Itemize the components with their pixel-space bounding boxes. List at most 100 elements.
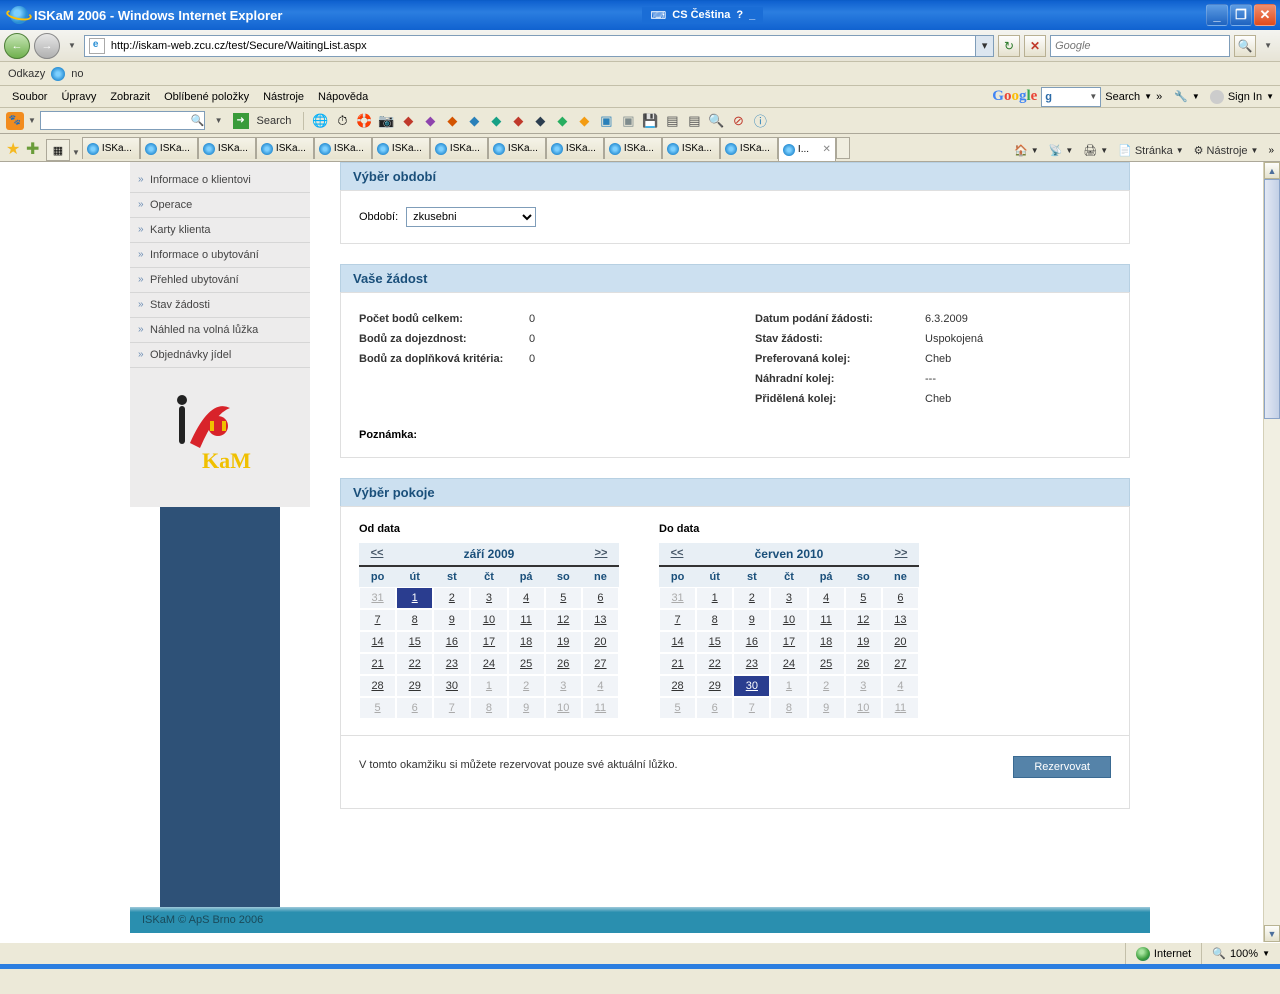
calendar-day[interactable]: 21 [659,653,696,675]
calendar-day[interactable]: 1 [770,675,807,697]
calendar-day[interactable]: 23 [433,653,470,675]
print-button[interactable]: 🖨▼ [1083,144,1108,157]
search-provider-dropdown[interactable]: ▼ [1260,41,1276,50]
calendar-day[interactable]: 12 [845,609,882,631]
google-more[interactable]: » [1156,91,1162,103]
browser-search-input[interactable] [1051,40,1229,52]
reserve-button[interactable]: Rezervovat [1013,756,1111,778]
calendar-day[interactable]: 10 [470,609,507,631]
calendar-day[interactable]: 11 [808,609,845,631]
quick-tabs-button[interactable]: ▦ [46,139,70,161]
add-favorite-icon[interactable]: ✚ [26,139,44,157]
calendar-day[interactable]: 26 [845,653,882,675]
world-icon[interactable]: 🌐 [312,113,328,129]
tool14-icon[interactable]: ▤ [686,113,702,129]
sidebar-item[interactable]: Informace o ubytování [130,243,310,268]
browser-tab-active[interactable]: I...✕ [778,137,836,161]
tool16-icon[interactable]: ⊘ [730,113,746,129]
tool12-icon[interactable]: 💾 [642,113,658,129]
calendar-day[interactable]: 30 [433,675,470,697]
calendar-from-prev[interactable]: << [359,543,395,565]
browser-tab[interactable]: ISKa... [314,137,372,159]
calendar-day[interactable]: 7 [733,697,770,719]
calendar-day[interactable]: 31 [359,587,396,609]
toolbar-search-input[interactable] [40,111,205,130]
new-tab-button[interactable] [836,137,850,159]
tabbar-more[interactable]: » [1268,145,1274,156]
browser-tab[interactable]: ISKa... [488,137,546,159]
calendar-day[interactable]: 13 [882,609,919,631]
tool8-icon[interactable]: ◆ [554,113,570,129]
calendar-to-next[interactable]: >> [883,543,919,565]
lang-min-icon[interactable]: _ [749,9,755,21]
stop-button[interactable]: ✕ [1024,35,1046,57]
calendar-day[interactable]: 26 [545,653,582,675]
calendar-day[interactable]: 15 [696,631,733,653]
lifering-icon[interactable]: 🛟 [356,113,372,129]
calendar-day[interactable]: 9 [733,609,770,631]
calendar-day[interactable]: 5 [545,587,582,609]
menu-edit[interactable]: Úpravy [55,89,102,105]
calendar-day[interactable]: 23 [733,653,770,675]
calendar-day[interactable]: 5 [845,587,882,609]
nav-history-dropdown[interactable]: ▼ [64,41,80,50]
toolbar-search-mag-icon[interactable]: 🔍 [191,114,205,127]
calendar-to-prev[interactable]: << [659,543,695,565]
calendar-day[interactable]: 8 [396,609,433,631]
signin-button[interactable]: Sign In [1228,91,1262,103]
calendar-day[interactable]: 14 [659,631,696,653]
status-zone[interactable]: Internet [1125,943,1201,964]
calendar-day[interactable]: 20 [582,631,619,653]
google-search-label[interactable]: Search [1105,91,1140,103]
address-bar[interactable]: ▾ [84,35,994,57]
menu-view[interactable]: Zobrazit [104,89,156,105]
tab-close-icon[interactable]: ✕ [823,144,831,155]
calendar-day[interactable]: 2 [808,675,845,697]
calendar-day[interactable]: 3 [770,587,807,609]
tool4-icon[interactable]: ◆ [466,113,482,129]
browser-search-button[interactable]: 🔍 [1234,35,1256,57]
calendar-day[interactable]: 18 [508,631,545,653]
google-search-box[interactable]: g▼ [1041,87,1101,107]
calendar-day[interactable]: 19 [845,631,882,653]
help-icon[interactable]: ? [736,9,743,21]
close-button[interactable]: ✕ [1254,4,1276,26]
calendar-day[interactable]: 11 [882,697,919,719]
toolbar-search-button[interactable]: Search [253,115,296,127]
calendar-day[interactable]: 17 [770,631,807,653]
watch-icon[interactable]: ⏱ [334,113,350,129]
browser-tab[interactable]: ISKa... [604,137,662,159]
calendar-day[interactable]: 10 [770,609,807,631]
calendar-from-next[interactable]: >> [583,543,619,565]
calendar-day[interactable]: 4 [882,675,919,697]
calendar-day[interactable]: 6 [696,697,733,719]
calendar-day[interactable]: 10 [845,697,882,719]
calendar-day[interactable]: 17 [470,631,507,653]
calendar-day[interactable]: 1 [470,675,507,697]
tool11-icon[interactable]: ▣ [620,113,636,129]
calendar-day[interactable]: 9 [508,697,545,719]
refresh-button[interactable]: ↻ [998,35,1020,57]
app-icon[interactable]: 🐾 [6,112,24,130]
calendar-day[interactable]: 1 [696,587,733,609]
feeds-button[interactable]: 📡▼ [1049,144,1074,157]
go-icon[interactable]: ➜ [233,113,249,129]
forward-button[interactable]: → [34,33,60,59]
tool5-icon[interactable]: ◆ [488,113,504,129]
tool7-icon[interactable]: ◆ [532,113,548,129]
calendar-day[interactable]: 13 [582,609,619,631]
minimize-button[interactable]: _ [1206,4,1228,26]
tool13-icon[interactable]: ▤ [664,113,680,129]
calendar-day[interactable]: 20 [882,631,919,653]
calendar-day[interactable]: 1 [396,587,433,609]
scroll-down-button[interactable]: ▼ [1264,925,1280,942]
calendar-day[interactable]: 18 [808,631,845,653]
calendar-day[interactable]: 16 [433,631,470,653]
sidebar-item[interactable]: Karty klienta [130,218,310,243]
tool1-icon[interactable]: ◆ [400,113,416,129]
scroll-up-button[interactable]: ▲ [1264,162,1280,179]
calendar-day[interactable]: 6 [582,587,619,609]
browser-tab[interactable]: ISKa... [140,137,198,159]
calendar-day[interactable]: 29 [696,675,733,697]
sidebar-item[interactable]: Operace [130,193,310,218]
